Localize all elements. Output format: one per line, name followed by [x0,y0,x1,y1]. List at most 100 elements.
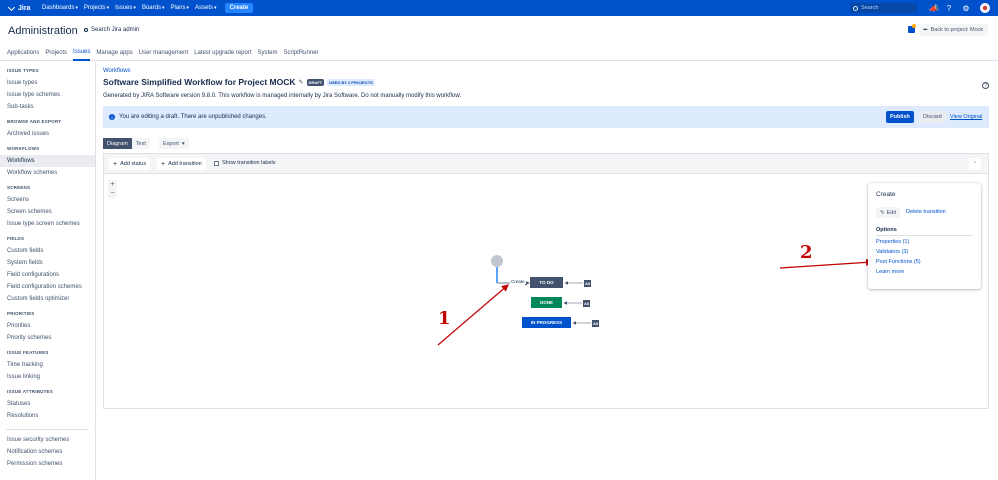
sidebar-item-custom-fields-optimizer[interactable]: Custom fields optimizer [0,293,95,305]
sidebar-item-time-tracking[interactable]: Time tracking [0,359,95,371]
megaphone-icon[interactable]: 📣 [929,3,939,13]
notification-gift-icon[interactable] [908,24,916,33]
show-transition-labels-checkbox[interactable]: Show transition labels [214,160,276,166]
collapse-icon[interactable]: ⌃ [969,158,981,170]
edit-transition-button[interactable]: ✎ Edit [876,207,901,218]
nav-projects[interactable]: Projects ▾ [84,5,109,11]
sidebar-item-custom-fields[interactable]: Custom fields [0,245,95,257]
edit-label: Edit [886,209,897,216]
start-node[interactable] [491,255,503,267]
nav-boards[interactable]: Boards ▾ [142,5,165,11]
avatar[interactable] [980,3,990,13]
used-by-lozenge[interactable]: USED BY 2 PROJECTS [327,78,375,86]
gear-icon[interactable]: ⚙ [961,3,971,13]
tab-applications[interactable]: Applications [7,46,39,61]
tab-latest-upgrade-report[interactable]: Latest upgrade report [194,46,251,61]
sidebar-item-priority-schemes[interactable]: Priority schemes [0,332,95,344]
view-original-link[interactable]: View Original [950,114,982,120]
sidebar-section-screens: SCREENS [7,185,31,190]
sidebar-item-screen-schemes[interactable]: Screen schemes [0,206,95,218]
breadcrumb[interactable]: Workflows [103,68,131,74]
transition-panel: Create ✎ Edit Delete transition Options … [868,183,981,289]
sidebar-item-screens[interactable]: Screens [0,194,95,206]
status-to-do[interactable]: TO DO [530,277,563,288]
add-transition-button[interactable]: + Add transition [157,158,206,170]
view-toggle: Diagram Text [103,138,150,149]
admin-search-link[interactable]: Search Jira admin [84,27,139,33]
discard-button[interactable]: Discard [919,111,946,123]
tab-projects[interactable]: Projects [45,46,67,61]
help-icon[interactable]: ? [982,82,989,89]
zoom-in-button[interactable]: + [108,180,117,189]
sidebar-item-issue-type-schemes[interactable]: Issue type schemes [0,89,95,101]
top-navigation: Jira Dashboards ▾ Projects ▾ Issues ▾ Board… [0,0,998,16]
sidebar-item-priorities[interactable]: Priorities [0,320,95,332]
back-to-project-button[interactable]: ⬅ Back to project: Mock [920,24,988,36]
tab-scriptrunner[interactable]: ScriptRunner [284,46,319,61]
tab-user-management[interactable]: User management [139,46,188,61]
chevron-down-icon: ▾ [161,5,165,11]
back-to-project-label: Back to project: Mock [930,27,984,33]
add-transition-label: Add transition [168,161,202,167]
validators-link[interactable]: Validators (3) [876,249,908,255]
search-placeholder: Search [861,5,879,11]
sidebar-section-issue-attributes: ISSUE ATTRIBUTES [7,389,53,394]
sidebar-item-field-configurations[interactable]: Field configurations [0,269,95,281]
search-input[interactable]: Search [850,3,917,13]
sidebar-item-issue-types[interactable]: Issue types [0,77,95,89]
all-transition-tag-done[interactable]: All [583,300,591,307]
properties-link[interactable]: Properties (1) [876,239,909,245]
tab-system[interactable]: System [258,46,278,61]
status-in-progress[interactable]: IN PROGRESS [522,317,571,328]
all-transition-tag-inprogress[interactable]: All [592,320,600,327]
page-header: Administration Search Jira admin ⬅ Back … [0,16,998,46]
sidebar-item-issue-type-screen-schemes[interactable]: Issue type screen schemes [0,218,95,230]
plus-icon: + [161,160,166,168]
pencil-icon[interactable]: ✎ [299,79,304,86]
tab-issues[interactable]: Issues [73,46,91,61]
plus-icon: + [113,160,118,168]
designer-toolbar: + Add status + Add transition Show trans… [104,154,988,174]
tab-manage-apps[interactable]: Manage apps [96,46,132,61]
sidebar-item-sub-tasks[interactable]: Sub-tasks [0,101,95,113]
help-icon[interactable]: ? [944,3,954,13]
options-heading: Options [876,227,973,236]
sidebar-item-workflows[interactable]: Workflows [0,155,95,167]
nav-boards-label: Boards [141,5,161,11]
sidebar-item-field-configuration-schemes[interactable]: Field configuration schemes [0,281,95,293]
nav-dashboards[interactable]: Dashboards ▾ [42,5,78,11]
jira-logo[interactable]: Jira [8,5,42,12]
create-transition-label[interactable]: Create [510,279,526,284]
zoom-out-button[interactable]: − [108,189,117,198]
sidebar-item-issue-security-schemes[interactable]: Issue security schemes [0,434,95,446]
nav-plans[interactable]: Plans ▾ [170,5,189,11]
sidebar-item-statuses[interactable]: Statuses [0,398,95,410]
sidebar-item-permission-schemes[interactable]: Permission schemes [0,458,95,470]
draft-banner: i You are editing a draft. There are unp… [103,106,989,128]
sidebar-item-resolutions[interactable]: Resolutions [0,410,95,422]
chevron-down-icon: ▾ [181,140,185,147]
info-icon: i [109,114,115,120]
status-done[interactable]: DONE [531,297,562,308]
diagram-view-button[interactable]: Diagram [103,138,132,149]
sidebar-item-issue-linking[interactable]: Issue linking [0,371,95,383]
learn-more-link[interactable]: Learn more [876,269,904,275]
post-functions-link[interactable]: Post Functions (5) [876,259,921,265]
sidebar-item-archived-issues[interactable]: Archived issues [0,128,95,140]
nav-issues[interactable]: Issues ▾ [115,5,136,11]
export-dropdown[interactable]: Export ▾ [159,138,189,149]
all-transition-tag-todo[interactable]: All [584,280,592,287]
add-status-button[interactable]: + Add status [109,158,151,170]
publish-button[interactable]: Publish [886,111,914,123]
sidebar-item-workflow-schemes[interactable]: Workflow schemes [0,167,95,179]
admin-tabs: Applications Projects Issues Manage apps… [0,46,998,61]
sidebar-item-system-fields[interactable]: System fields [0,257,95,269]
admin-sidebar: ISSUE TYPES Issue types Issue type schem… [0,62,96,480]
text-view-button[interactable]: Text [131,138,150,149]
sidebar-item-notification-schemes[interactable]: Notification schemes [0,446,95,458]
nav-issues-label: Issues [115,5,133,11]
admin-search-label: Search Jira admin [91,27,140,33]
nav-assets[interactable]: Assets ▾ [195,5,217,11]
delete-transition-link[interactable]: Delete transition [906,209,946,215]
create-button[interactable]: Create [224,3,254,13]
